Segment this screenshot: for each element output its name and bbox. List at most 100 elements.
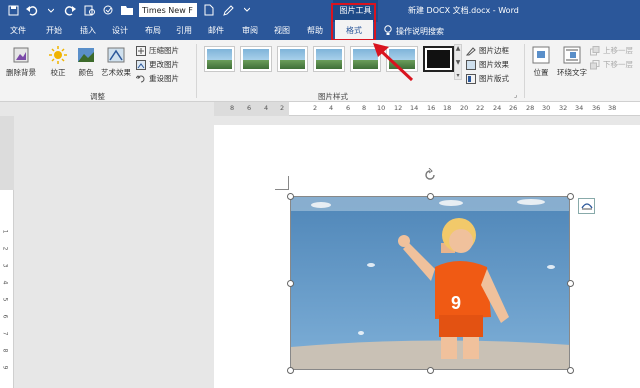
change-picture-button[interactable]: 更改图片: [136, 59, 179, 70]
tab-layout[interactable]: 布局: [145, 25, 161, 36]
style-thumbnail: [316, 49, 342, 69]
picture-effects-button[interactable]: 图片效果: [466, 59, 509, 70]
picture-style-4[interactable]: [313, 46, 345, 72]
ruler-tick: 16: [427, 104, 436, 112]
picture-style-1[interactable]: [204, 46, 236, 72]
ribbon-tab-bar: 文件 开始 插入 设计 布局 引用 邮件 审阅 视图 帮助: [0, 22, 640, 40]
save-icon[interactable]: [6, 3, 20, 17]
ruler-tick: 3: [1, 263, 9, 268]
annotation-arrow-icon: [373, 43, 414, 82]
undo-icon[interactable]: [25, 3, 39, 17]
position-button[interactable]: 位置: [528, 46, 554, 78]
resize-handle-s[interactable]: [427, 367, 434, 374]
layout-icon: [466, 73, 476, 84]
remove-background-button[interactable]: 删除背景: [4, 46, 38, 78]
picture-style-2[interactable]: [240, 46, 272, 72]
style-thumbnail: [243, 49, 269, 69]
pen-icon[interactable]: [221, 3, 235, 17]
selected-picture[interactable]: 9: [290, 196, 570, 370]
customize-qat-icon[interactable]: [240, 3, 254, 17]
wrap-text-button[interactable]: 环绕文字: [556, 46, 588, 78]
picture-style-7[interactable]: [422, 46, 454, 72]
dropdown-arrow-icon[interactable]: [44, 3, 58, 17]
ruler-row: 8 6 4 2 2 4 6 8 10 12 14 16 18 20 22 24 …: [0, 102, 640, 116]
resize-handle-sw[interactable]: [287, 367, 294, 374]
picture-border-label: 图片边框: [479, 46, 509, 55]
remove-background-label: 删除背景: [6, 68, 36, 77]
layout-options-icon: [580, 200, 593, 213]
wrap-text-icon: [563, 46, 581, 64]
group-label-adjust: 调整: [90, 92, 105, 101]
wrap-text-label: 环绕文字: [557, 68, 587, 77]
color-button[interactable]: 颜色: [74, 46, 98, 78]
ribbon-separator: [524, 44, 525, 98]
resize-handle-e[interactable]: [567, 280, 574, 287]
sun-icon: [49, 46, 67, 64]
gallery-up-icon[interactable]: ▲: [456, 45, 461, 52]
tab-insert[interactable]: 插入: [80, 25, 96, 36]
horizontal-ruler[interactable]: 8 6 4 2 2 4 6 8 10 12 14 16 18 20 22 24 …: [214, 102, 640, 116]
tab-view[interactable]: 视图: [274, 25, 290, 36]
ruler-tick: 26: [509, 104, 518, 112]
resize-handle-n[interactable]: [427, 193, 434, 200]
resize-handle-w[interactable]: [287, 280, 294, 287]
gallery-down-icon[interactable]: ▼: [456, 59, 461, 66]
send-backward-button[interactable]: 下移一层: [590, 59, 633, 70]
layout-options-button[interactable]: [578, 198, 595, 214]
ruler-tick: 2: [280, 104, 285, 112]
rotate-handle-icon[interactable]: [423, 167, 437, 182]
compress-pictures-button[interactable]: 压缩图片: [136, 45, 179, 56]
ruler-tick: 14: [410, 104, 419, 112]
bring-forward-button[interactable]: 上移一层: [590, 45, 633, 56]
reset-picture-button[interactable]: 重设图片: [135, 73, 179, 84]
tab-design[interactable]: 设计: [112, 25, 128, 36]
color-picture-icon: [77, 46, 95, 64]
remove-background-icon: [12, 46, 30, 64]
ruler-tick: 1: [1, 229, 9, 234]
picture-layout-button[interactable]: 图片版式: [466, 73, 509, 84]
artistic-effects-button[interactable]: 艺术效果: [100, 46, 132, 78]
tab-review[interactable]: 审阅: [242, 25, 258, 36]
tell-me-search[interactable]: 操作说明搜索: [384, 25, 444, 38]
print-preview-icon[interactable]: [82, 3, 96, 17]
ruler-tick: 6: [247, 104, 252, 112]
redo-icon[interactable]: [63, 3, 77, 17]
corrections-button[interactable]: 校正: [45, 46, 71, 78]
format-painter-icon[interactable]: [101, 3, 115, 17]
ruler-tick: 20: [460, 104, 469, 112]
compress-icon: [136, 45, 146, 56]
ruler-tick: 9: [1, 365, 9, 370]
resize-handle-se[interactable]: [567, 367, 574, 374]
resize-handle-nw[interactable]: [287, 193, 294, 200]
picture-style-3[interactable]: [276, 46, 309, 72]
dialog-launcher-icon[interactable]: ⌟: [514, 91, 517, 99]
artistic-effects-label: 艺术效果: [101, 68, 131, 77]
lightbulb-icon: [384, 25, 392, 38]
tab-format[interactable]: 格式: [335, 20, 373, 40]
folder-icon[interactable]: [120, 3, 134, 17]
tab-mailings[interactable]: 邮件: [208, 25, 224, 36]
bring-forward-icon: [590, 45, 600, 56]
change-picture-icon: [136, 59, 146, 70]
ruler-tick: 22: [476, 104, 485, 112]
ruler-tick: 12: [394, 104, 403, 112]
resize-handle-ne[interactable]: [567, 193, 574, 200]
reset-picture-label: 重设图片: [149, 74, 179, 83]
ruler-tick: 2: [313, 104, 318, 112]
tab-references[interactable]: 引用: [176, 25, 192, 36]
ruler-tick: 4: [1, 280, 9, 285]
picture-border-button[interactable]: 图片边框: [465, 45, 509, 56]
tab-file[interactable]: 文件: [10, 25, 26, 36]
margin-corner-mark: [275, 176, 289, 190]
ruler-tick: 8: [230, 104, 235, 112]
gallery-scroll[interactable]: ▲ ▼ ▾: [454, 44, 462, 80]
vertical-ruler[interactable]: 1 2 3 4 5 6 7 8 9: [0, 116, 14, 388]
ruler-tick: 10: [377, 104, 386, 112]
tab-home[interactable]: 开始: [46, 25, 62, 36]
ruler-tick: 18: [443, 104, 452, 112]
tab-help[interactable]: 帮助: [307, 25, 323, 36]
ruler-tick: 28: [526, 104, 535, 112]
gallery-more-icon[interactable]: ▾: [456, 72, 459, 79]
new-doc-icon[interactable]: [202, 3, 216, 17]
font-name-box[interactable]: Times New F: [139, 3, 197, 17]
